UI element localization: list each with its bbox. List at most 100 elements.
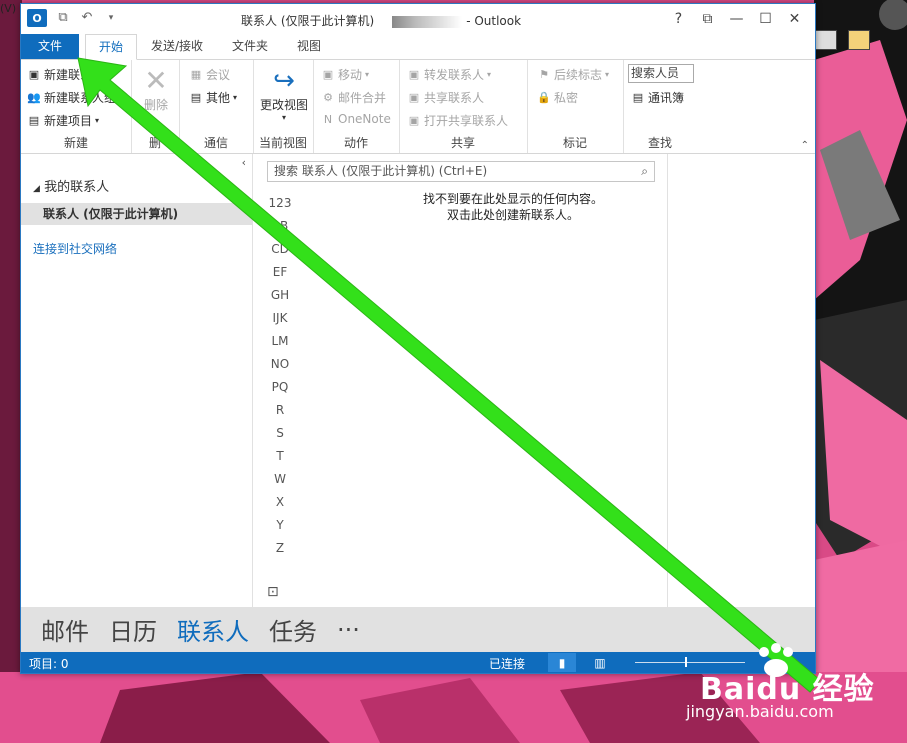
index-x[interactable]: X — [267, 491, 293, 514]
index-r[interactable]: R — [267, 399, 293, 422]
open-shared-contacts-label: 打开共享联系人 — [424, 114, 509, 128]
dropdown-arrow-icon: ▾ — [95, 116, 100, 125]
quick-access-toolbar: O ⧉ ↶ ▾ — [27, 9, 119, 27]
tab-folder[interactable]: 文件夹 — [225, 34, 275, 59]
undo-icon[interactable]: ↶ — [79, 10, 95, 26]
group-actions: ▣ 移动 ▾ ⚙ 邮件合并 N OneNote 动作 — [313, 60, 400, 153]
new-items-button[interactable]: ▤ 新建项目 ▾ — [27, 112, 99, 129]
meeting-label: 会议 — [206, 68, 231, 82]
index-y[interactable]: Y — [267, 514, 293, 537]
mail-merge-icon: ⚙ — [323, 91, 333, 104]
nav-mail[interactable]: 邮件 — [41, 612, 89, 647]
help-button[interactable]: ? — [664, 8, 693, 30]
baidu-watermark-url: jingyan.baidu.com — [686, 702, 834, 721]
address-book-button[interactable]: ▤ 通讯簿 — [631, 89, 684, 106]
delete-x-icon: ✕ — [144, 64, 168, 97]
private-label: 私密 — [554, 91, 579, 105]
tab-send-receive[interactable]: 发送/接收 — [145, 34, 209, 59]
nav-contacts[interactable]: 联系人 — [177, 612, 249, 647]
search-people-input[interactable]: 搜索人员 — [628, 64, 694, 83]
item-count: 项目: 0 — [29, 657, 69, 671]
index-ef[interactable]: EF — [267, 261, 293, 284]
delete-button[interactable]: ✕ 删除 — [141, 66, 171, 113]
index-t[interactable]: T — [267, 445, 293, 468]
move-label: 移动 — [338, 68, 363, 82]
new-contact-button[interactable]: ▣ 新建联系人 — [27, 66, 104, 83]
minimize-button[interactable]: — — [722, 8, 751, 30]
normal-view-icon[interactable]: ▮ — [548, 653, 576, 672]
new-items-icon: ▤ — [28, 114, 40, 127]
status-bar: 项目: 0 已连接 ▮ ▥ — [21, 652, 815, 673]
maximize-button[interactable]: ☐ — [751, 8, 780, 30]
background-tool-icon — [848, 30, 870, 50]
dropdown-arrow-icon: ▾ — [281, 113, 286, 122]
my-contacts-header[interactable]: ◢ 我的联系人 — [33, 176, 109, 195]
forward-contact-button[interactable]: ▣ 转发联系人 ▾ — [407, 66, 491, 83]
tab-file[interactable]: 文件 — [21, 34, 79, 59]
new-contact-group-button[interactable]: 👥 新建联系人组 — [27, 89, 116, 106]
group-share-label: 共享 — [450, 136, 475, 150]
collapse-pane-icon[interactable]: ‹ — [242, 156, 246, 169]
connect-social-network-link[interactable]: 连接到社交网络 — [33, 240, 117, 257]
index-ab[interactable]: AB — [267, 215, 293, 238]
outlook-logo-icon[interactable]: O — [27, 9, 47, 27]
contact-group-icon: 👥 — [27, 91, 41, 104]
dropdown-arrow-icon: ▾ — [233, 93, 238, 102]
index-gh[interactable]: GH — [267, 284, 293, 307]
title-bar: O ⧉ ↶ ▾ 联系人 (仅限于此计算机) - Outlook ? ⧉ — ☐ ✕ — [21, 4, 815, 34]
tab-home[interactable]: 开始 — [85, 34, 137, 60]
window-title: 联系人 (仅限于此计算机) - Outlook — [241, 12, 521, 29]
group-delete-label: 删 — [148, 136, 161, 150]
nav-more[interactable]: ··· — [337, 616, 360, 644]
lock-icon: 🔒 — [537, 91, 551, 104]
address-book-icon: ▤ — [632, 91, 644, 104]
group-new: ▣ 新建联系人 👥 新建联系人组 ▤ 新建项目 ▾ 新建 — [21, 60, 132, 153]
onenote-button[interactable]: N OneNote — [321, 112, 391, 126]
customize-qat-icon[interactable]: ▾ — [103, 10, 119, 26]
ribbon-display-options-button[interactable]: ⧉ — [693, 8, 722, 30]
index-s[interactable]: S — [267, 422, 293, 445]
mail-merge-button[interactable]: ⚙ 邮件合并 — [321, 89, 386, 106]
search-icon[interactable]: ⌕ — [641, 162, 648, 181]
collapse-ribbon-icon[interactable]: ⌃ — [801, 140, 809, 151]
my-contacts-label: 我的联系人 — [44, 180, 110, 195]
meeting-button[interactable]: ▦ 会议 — [189, 66, 230, 83]
send-receive-icon[interactable]: ⧉ — [55, 10, 71, 26]
group-find: 搜索人员 ▤ 通讯簿 查找 — [623, 60, 697, 153]
reading-view-icon[interactable]: ▥ — [586, 653, 614, 672]
social-contact-icon[interactable]: ⊡ — [267, 584, 279, 600]
move-button[interactable]: ▣ 移动 ▾ — [321, 66, 369, 83]
close-button[interactable]: ✕ — [780, 8, 809, 30]
move-icon: ▣ — [322, 68, 334, 81]
private-button[interactable]: 🔒 私密 — [537, 89, 578, 106]
group-current-view: ↪ 更改视图 ▾ 当前视图 — [253, 60, 314, 153]
index-ijk[interactable]: IJK — [267, 307, 293, 330]
index-cd[interactable]: CD — [267, 238, 293, 261]
empty-list-message[interactable]: 找不到要在此处显示的任何内容。 双击此处创建新联系人。 — [363, 191, 663, 223]
nav-calendar[interactable]: 日历 — [109, 612, 157, 647]
change-view-button[interactable]: ↪ 更改视图 ▾ — [257, 66, 311, 122]
connection-status: 已连接 — [489, 657, 526, 671]
search-contacts-input[interactable]: 搜索 联系人 (仅限于此计算机) (Ctrl+E) ⌕ — [267, 161, 655, 182]
nav-tasks[interactable]: 任务 — [269, 612, 317, 647]
meeting-icon: ▦ — [190, 68, 202, 81]
share-contacts-button[interactable]: ▣ 共享联系人 — [407, 89, 484, 106]
change-view-label: 更改视图 — [259, 98, 308, 112]
index-123[interactable]: 123 — [267, 192, 293, 215]
open-shared-contacts-icon: ▣ — [408, 114, 420, 127]
follow-up-button[interactable]: ⚑ 后续标志 ▾ — [537, 66, 609, 83]
folder-contacts-local[interactable]: 联系人 (仅限于此计算机) — [21, 203, 252, 225]
index-lm[interactable]: LM — [267, 330, 293, 353]
group-communicate-label: 通信 — [203, 136, 228, 150]
index-z[interactable]: Z — [267, 537, 293, 560]
index-w[interactable]: W — [267, 468, 293, 491]
index-no[interactable]: NO — [267, 353, 293, 376]
group-actions-label: 动作 — [343, 136, 368, 150]
open-shared-contacts-button[interactable]: ▣ 打开共享联系人 — [407, 112, 508, 129]
tab-view[interactable]: 视图 — [289, 34, 329, 59]
more-button[interactable]: ▤ 其他 ▾ — [189, 89, 237, 106]
zoom-slider[interactable] — [635, 662, 745, 663]
index-pq[interactable]: PQ — [267, 376, 293, 399]
zoom-slider-thumb[interactable] — [685, 657, 687, 667]
background-table-icon — [815, 30, 837, 50]
